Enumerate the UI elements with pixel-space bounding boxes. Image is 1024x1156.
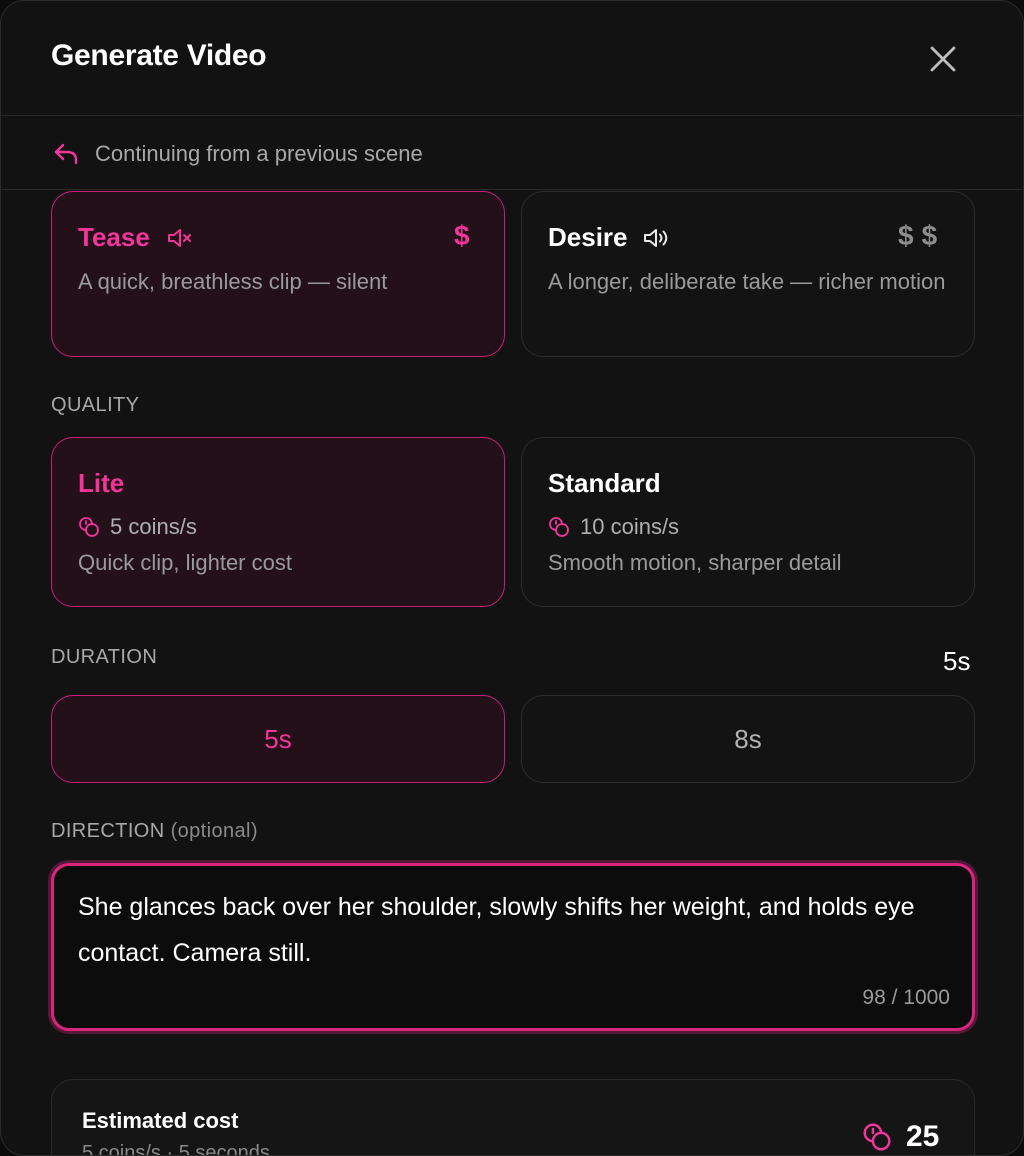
direction-textarea[interactable]: She glances back over her shoulder, slow… bbox=[51, 863, 975, 1031]
continue-text: Continuing from a previous scene bbox=[95, 141, 423, 166]
quality-description: Quick clip, lighter cost bbox=[78, 550, 292, 575]
duration-label: DURATION bbox=[51, 646, 158, 668]
quality-label: QUALITY bbox=[51, 394, 140, 416]
cost-subtitle: 5 coins/s · 5 seconds bbox=[82, 1142, 270, 1156]
direction-optional-hint: (optional) bbox=[170, 820, 258, 842]
estimated-cost-card: Estimated cost 5 coins/s · 5 seconds 25 bbox=[51, 1079, 975, 1156]
quality-card-standard[interactable]: Standard 10 coins/s Smooth motion, sharp… bbox=[521, 437, 975, 607]
quality-description: Smooth motion, sharper detail bbox=[548, 550, 842, 575]
cost-total: 25 bbox=[862, 1120, 939, 1154]
close-button[interactable] bbox=[923, 39, 963, 79]
mode-card-desire[interactable]: Desire $$ A longer, deliberate take — ri… bbox=[521, 191, 975, 357]
quality-card-lite[interactable]: Lite 5 coins/s Quick clip, lighter cost bbox=[51, 437, 505, 607]
direction-label-text: DIRECTION bbox=[51, 820, 165, 842]
mode-title: Tease bbox=[78, 222, 150, 252]
direction-text[interactable]: She glances back over her shoulder, slow… bbox=[78, 884, 948, 976]
coins-icon bbox=[863, 1123, 891, 1151]
coins-icon bbox=[549, 517, 569, 537]
modal-header: Generate Video bbox=[1, 1, 1023, 116]
continue-banner: Continuing from a previous scene bbox=[1, 117, 1023, 190]
direction-label: DIRECTION (optional) bbox=[51, 820, 258, 843]
coin-rate: 5 coins/s bbox=[78, 514, 197, 540]
mode-description: A quick, breathless clip — silent bbox=[78, 269, 388, 294]
mode-description: A longer, deliberate take — richer motio… bbox=[548, 269, 946, 294]
coin-rate-text: 5 coins/s bbox=[110, 514, 197, 539]
speaker-icon bbox=[644, 229, 668, 247]
mode-title: Desire bbox=[548, 222, 628, 252]
modal-title: Generate Video bbox=[51, 39, 267, 72]
price-indicator: $$ bbox=[898, 220, 946, 251]
quality-title: Lite bbox=[78, 468, 125, 498]
duration-value: 5s bbox=[943, 646, 971, 676]
cost-total-value: 25 bbox=[906, 1120, 940, 1153]
close-icon bbox=[930, 46, 956, 72]
character-counter: 98 / 1000 bbox=[862, 986, 950, 1009]
coin-rate: 10 coins/s bbox=[548, 514, 679, 540]
reply-arrow-icon bbox=[54, 143, 78, 165]
price-indicator: $ bbox=[454, 220, 478, 251]
mode-card-tease[interactable]: Tease $ A quick, breathless clip — silen… bbox=[51, 191, 505, 357]
muted-icon bbox=[168, 229, 191, 247]
cost-title: Estimated cost bbox=[82, 1108, 239, 1133]
generate-video-modal: Generate Video Continuing from a previou… bbox=[0, 0, 1024, 1156]
duration-option-5s[interactable]: 5s bbox=[51, 695, 505, 783]
quality-title: Standard bbox=[548, 468, 661, 498]
duration-option-8s[interactable]: 8s bbox=[521, 695, 975, 783]
coin-rate-text: 10 coins/s bbox=[580, 514, 680, 539]
coins-icon bbox=[79, 517, 99, 537]
